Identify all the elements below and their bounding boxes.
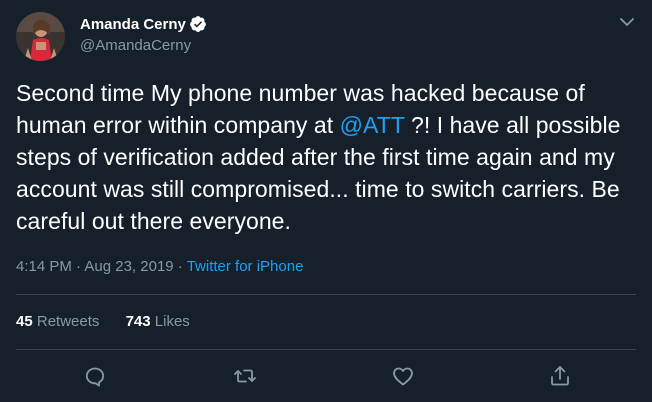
display-name[interactable]: Amanda Cerny — [80, 16, 186, 33]
share-button[interactable] — [548, 364, 572, 388]
reply-icon — [85, 367, 105, 387]
avatar[interactable] — [16, 12, 65, 61]
divider — [16, 294, 636, 295]
retweet-button[interactable] — [233, 364, 257, 388]
tweet-source-link[interactable]: Twitter for iPhone — [187, 258, 304, 275]
heart-icon — [393, 367, 413, 386]
likes-count: 743 — [125, 313, 151, 330]
author-name-row[interactable]: Amanda Cerny — [80, 14, 207, 34]
like-button[interactable] — [391, 364, 415, 388]
retweets-count: 45 — [16, 313, 33, 330]
meta-separator: · — [173, 258, 187, 275]
retweets-stat[interactable]: 45 Retweets — [16, 313, 99, 330]
likes-stat[interactable]: 743 Likes — [126, 313, 190, 330]
mention-link[interactable]: @ATT — [340, 112, 405, 138]
author-handle[interactable]: @AmandaCerny — [80, 37, 191, 54]
tweet-text: Second time My phone number was hacked b… — [16, 77, 638, 237]
tweet-card: Amanda Cerny @AmandaCerny Second time My… — [0, 0, 652, 402]
chevron-down-icon[interactable] — [617, 12, 637, 32]
share-icon — [551, 366, 569, 386]
avatar-image — [16, 12, 65, 61]
retweets-label: Retweets — [36, 313, 100, 330]
reply-button[interactable] — [83, 364, 107, 388]
verified-badge-icon — [189, 15, 207, 33]
tweet-stats: 45 Retweets 743 Likes — [16, 313, 212, 330]
tweet-date[interactable]: Aug 23, 2019 — [84, 258, 173, 275]
likes-label: Likes — [154, 313, 190, 330]
meta-separator: · — [71, 258, 85, 275]
tweet-meta: 4:14 PM · Aug 23, 2019 · Twitter for iPh… — [16, 258, 303, 275]
tweet-time[interactable]: 4:14 PM — [16, 258, 72, 275]
retweet-icon — [234, 369, 256, 383]
divider — [16, 349, 636, 350]
